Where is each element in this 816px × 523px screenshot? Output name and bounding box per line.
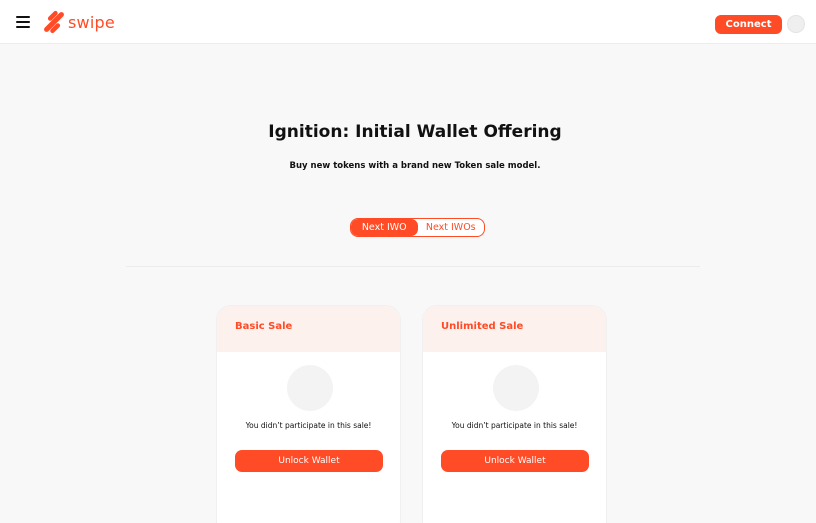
brand-logo[interactable]: swipe bbox=[42, 10, 115, 34]
page-subtitle: Buy new tokens with a brand new Token sa… bbox=[289, 161, 541, 171]
token-placeholder-icon bbox=[287, 365, 333, 411]
participation-message: You didn’t participate in this sale! bbox=[245, 421, 372, 430]
toggle-next-iwo[interactable]: Next IWO bbox=[351, 219, 418, 236]
card-title: Basic Sale bbox=[217, 306, 400, 352]
unlock-wallet-button[interactable]: Unlock Wallet bbox=[235, 450, 383, 472]
section-divider bbox=[126, 266, 700, 267]
avatar[interactable] bbox=[787, 15, 805, 33]
token-placeholder-icon bbox=[493, 365, 539, 411]
menu-icon[interactable] bbox=[16, 16, 30, 28]
page-title: Ignition: Initial Wallet Offering bbox=[268, 122, 562, 142]
sale-card-basic: Basic Sale You didn’t participate in thi… bbox=[217, 306, 400, 523]
connect-button[interactable]: Connect bbox=[715, 15, 782, 34]
brand-name: swipe bbox=[68, 12, 115, 32]
toggle-next-iwos[interactable]: Next IWOs bbox=[418, 219, 485, 236]
iwo-toggle: Next IWO Next IWOs bbox=[350, 218, 485, 237]
swipe-logo-icon bbox=[44, 10, 64, 34]
unlock-wallet-button[interactable]: Unlock Wallet bbox=[441, 450, 589, 472]
top-navbar: swipe Connect bbox=[0, 0, 816, 44]
sale-card-unlimited: Unlimited Sale You didn’t participate in… bbox=[423, 306, 606, 523]
participation-message: You didn’t participate in this sale! bbox=[451, 421, 578, 430]
card-title: Unlimited Sale bbox=[423, 306, 606, 352]
